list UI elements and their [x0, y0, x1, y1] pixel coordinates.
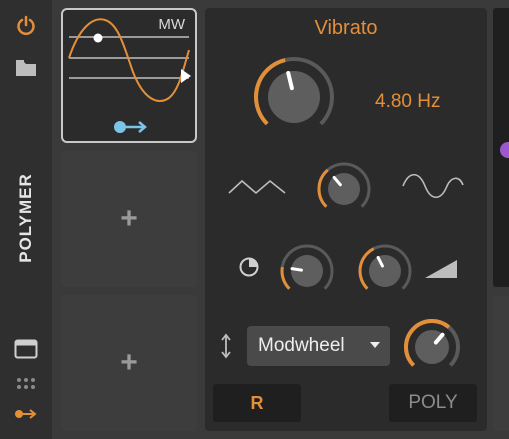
device-name-label: POLYMER — [16, 173, 35, 263]
knob-value-arc — [317, 168, 329, 208]
modulator-source-label: MW — [158, 16, 185, 33]
knob-body — [291, 255, 323, 287]
window-icon[interactable] — [12, 337, 40, 361]
phase-icon — [239, 257, 259, 277]
modulator-slot-empty-2[interactable]: + — [61, 295, 197, 431]
add-modulator-button[interactable]: + — [61, 346, 197, 380]
modulation-arrow-icon[interactable] — [113, 119, 149, 140]
slope-knob[interactable] — [356, 242, 414, 300]
shape-knob[interactable] — [315, 160, 373, 218]
chevron-down-icon — [370, 342, 380, 348]
phase-knob[interactable] — [278, 242, 336, 300]
grid-icon[interactable] — [12, 372, 40, 396]
knob-indicator — [290, 267, 303, 272]
modulator-slot-active[interactable]: MW — [61, 8, 197, 143]
panel-title: Vibrato — [314, 17, 378, 39]
up-down-arrow-icon — [221, 333, 231, 359]
sine-wave-icon[interactable] — [401, 173, 465, 199]
source-select[interactable]: Modwheel — [247, 326, 390, 366]
next-panel-lower — [493, 296, 509, 431]
add-modulator-button[interactable]: + — [61, 202, 197, 236]
source-select-value: Modwheel — [258, 335, 345, 356]
polymer-device-window: POLYMER MW + + Vibrato 4.80 Hz Modwheel … — [0, 0, 509, 439]
rate-readout: 4.80 Hz — [375, 91, 441, 112]
rate-knob[interactable] — [251, 54, 337, 140]
vibrato-panel: Vibrato 4.80 Hz Modwheel R POLY — [205, 8, 487, 431]
power-icon[interactable] — [12, 14, 40, 38]
modulator-slot-empty-1[interactable]: + — [61, 151, 197, 287]
retrigger-button[interactable]: R — [213, 384, 301, 422]
amount-knob[interactable] — [402, 317, 462, 377]
knob-body — [268, 71, 320, 123]
modulator-arrow-icon[interactable] — [12, 402, 40, 426]
knob-value-arc — [280, 266, 291, 290]
poly-button[interactable]: POLY — [389, 384, 477, 422]
modulation-indicator — [500, 142, 509, 158]
knob-body — [369, 255, 401, 287]
left-sidebar: POLYMER — [0, 0, 52, 439]
folder-icon[interactable] — [12, 56, 40, 80]
ramp-icon — [425, 260, 457, 278]
triangle-wave-icon[interactable] — [227, 175, 287, 197]
